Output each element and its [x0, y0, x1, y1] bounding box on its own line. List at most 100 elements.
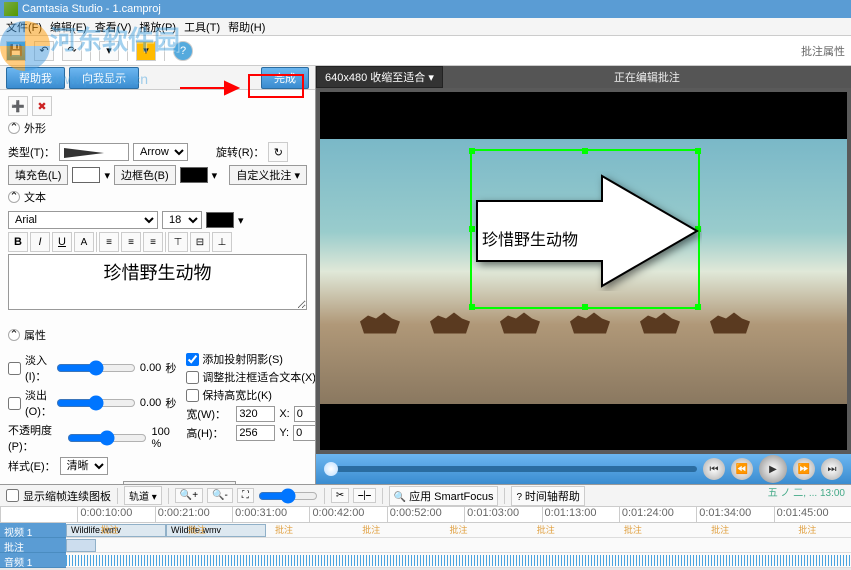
shadow-check[interactable] [186, 353, 199, 366]
menu-view[interactable]: 查看(V) [93, 19, 134, 34]
app-icon [4, 2, 18, 16]
toolbar-hint: 批注属性 [801, 43, 845, 59]
scrubber-thumb[interactable] [324, 462, 338, 476]
rotate-label: 旋转(R)： [216, 144, 264, 160]
scrubber[interactable] [324, 466, 697, 472]
menu-edit[interactable]: 编辑(E) [48, 19, 89, 34]
underline-button[interactable]: U [52, 232, 72, 252]
zoom-in-icon[interactable]: 🔍+ [175, 488, 203, 503]
preview-mode-label: 正在编辑批注 [443, 69, 851, 85]
undo-icon[interactable]: ↶ [34, 41, 54, 61]
timeline-ruler[interactable]: 0:00:10:000:00:21:000:00:31:000:00:42:00… [0, 507, 851, 523]
selection-box[interactable]: 珍惜野生动物 [470, 149, 700, 309]
done-button[interactable]: 完成 [261, 67, 309, 89]
fadeout-check[interactable] [8, 397, 21, 410]
next-button[interactable]: ⏭ [821, 458, 843, 480]
collapse-text-icon[interactable]: ⌃ [8, 191, 20, 203]
track-label-video[interactable]: 视频 1 [0, 523, 66, 538]
show-thumbnails-check[interactable] [6, 489, 19, 502]
font-color-swatch[interactable] [206, 212, 234, 228]
align-left-button[interactable]: ≡ [99, 232, 119, 252]
valign-top-button[interactable]: ⊤ [168, 232, 188, 252]
height-input[interactable] [236, 425, 275, 441]
playback-controls: ⏮ ⏪ ▶ ⏩ ⏭ [316, 454, 851, 484]
window-title: Camtasia Studio - 1.camproj [22, 3, 161, 15]
resize-check[interactable] [186, 371, 199, 384]
title-bar: Camtasia Studio - 1.camproj [0, 0, 851, 18]
fill-swatch[interactable] [72, 167, 100, 183]
menu-file[interactable]: 文件(F) [4, 19, 44, 34]
timeline: 显示缩帧连续图板 轨道 ▾ 🔍+ 🔍- ⛶ ✂ ⎯|⎯ 🔍 应用 SmartFo… [0, 484, 851, 568]
shape-preview[interactable] [59, 143, 129, 161]
remove-callout-icon[interactable]: ✖ [32, 96, 52, 116]
help-me-button[interactable]: 帮助我 [6, 67, 65, 89]
opacity-slider[interactable] [67, 430, 147, 446]
timeline-help-button[interactable]: ? 时间轴帮助 [511, 486, 584, 506]
smartfocus-button[interactable]: 🔍 应用 SmartFocus [389, 486, 499, 506]
help-icon[interactable]: ? [173, 41, 193, 61]
valign-mid-button[interactable]: ⊟ [190, 232, 210, 252]
callout-clip[interactable] [66, 539, 96, 552]
audio-waveform[interactable] [66, 555, 851, 566]
width-input[interactable] [236, 406, 275, 422]
zoom-fit-icon[interactable]: ⛶ [237, 488, 254, 503]
zoom-out-icon[interactable]: 🔍- [207, 488, 233, 503]
fadein-slider[interactable] [56, 360, 136, 376]
custom-callout-button[interactable]: 自定义批注 ▾ [229, 165, 307, 185]
resolution-dropdown[interactable]: 640x480 收缩至适合 ▾ [316, 66, 443, 88]
preview-area: 640x480 收缩至适合 ▾ 正在编辑批注 珍惜野生动物 ⏮ ⏪ ▶ [316, 66, 851, 484]
collapse-props-icon[interactable]: ⌃ [8, 329, 20, 341]
track-label-callout[interactable]: 批注 [0, 538, 66, 553]
video-preview[interactable]: 珍惜野生动物 [320, 92, 847, 450]
fadein-value: 0.00 [140, 362, 161, 374]
collapse-shape-icon[interactable]: ⌃ [8, 122, 20, 134]
tracks-dropdown[interactable]: 轨道 ▾ [124, 486, 162, 505]
audio-track[interactable] [66, 553, 851, 568]
callout-text-input[interactable]: 珍惜野生动物 [8, 254, 307, 310]
valign-bot-button[interactable]: ⊥ [212, 232, 232, 252]
play-button[interactable]: ▶ [759, 455, 787, 483]
video-track[interactable]: Wildlife.wmv Wildlife.wmv 批注批注批注批注批注批注批注… [66, 523, 851, 538]
keepratio-check[interactable] [186, 389, 199, 402]
rewind-button[interactable]: ⏪ [731, 458, 753, 480]
font-select[interactable]: Arial [8, 211, 158, 229]
toolbar-dropdown-1[interactable]: ▾ [99, 41, 119, 61]
forward-button[interactable]: ⏩ [793, 458, 815, 480]
border-color-button[interactable]: 边框色(B) [114, 165, 176, 185]
save-icon[interactable]: 💾 [6, 41, 26, 61]
align-center-button[interactable]: ≡ [121, 232, 141, 252]
text-section-title: 文本 [24, 189, 46, 205]
prev-button[interactable]: ⏮ [703, 458, 725, 480]
produce-icon[interactable]: ▾ [136, 41, 156, 61]
split-icon[interactable]: ⎯|⎯ [353, 488, 376, 503]
cut-icon[interactable]: ✂ [331, 488, 349, 503]
add-callout-icon[interactable]: ➕ [8, 96, 28, 116]
italic-button[interactable]: I [30, 232, 50, 252]
props-section-title: 属性 [24, 327, 46, 343]
track-label-audio[interactable]: 音频 1 [0, 553, 66, 568]
redo-icon[interactable]: ↷ [62, 41, 82, 61]
menu-help[interactable]: 帮助(H) [226, 19, 267, 34]
font-size-select[interactable]: 18 [162, 211, 202, 229]
menu-play[interactable]: 播放(P) [137, 19, 178, 34]
show-me-button[interactable]: 向我显示 [69, 67, 139, 89]
fadeout-slider[interactable] [56, 395, 136, 411]
y-input[interactable] [293, 425, 315, 441]
style-select[interactable]: 清晰 [60, 457, 108, 475]
callout-track[interactable] [66, 538, 851, 553]
bold-button[interactable]: B [8, 232, 28, 252]
rotate-button[interactable]: ↻ [268, 142, 288, 162]
fadein-check[interactable] [8, 362, 21, 375]
main-toolbar: 💾 ↶ ↷ ▾ ▾ ? 批注属性 [0, 36, 851, 66]
callout-shape[interactable]: 珍惜野生动物 [472, 171, 702, 291]
border-swatch[interactable] [180, 167, 208, 183]
zoom-slider[interactable] [258, 488, 318, 504]
ime-status[interactable]: 五 ノ 二, ... 13:00 [768, 484, 845, 499]
menu-tools[interactable]: 工具(T) [182, 19, 222, 34]
align-right-button[interactable]: ≡ [143, 232, 163, 252]
shape-type-select[interactable]: Arrow [133, 143, 188, 161]
x-input[interactable] [294, 406, 315, 422]
fill-color-button[interactable]: 填充色(L) [8, 165, 68, 185]
fadeout-value: 0.00 [140, 397, 161, 409]
font-a-button[interactable]: A [74, 232, 94, 252]
